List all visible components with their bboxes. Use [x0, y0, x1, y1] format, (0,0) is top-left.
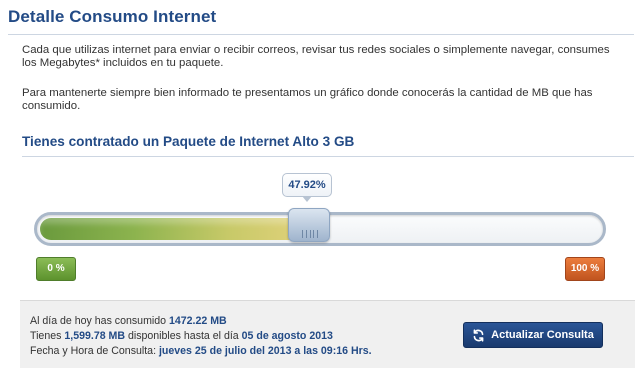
- scale-max-badge: 100 %: [565, 257, 605, 281]
- refresh-icon: [473, 328, 484, 342]
- available-until-date: 05 de agosto 2013: [241, 330, 333, 342]
- refresh-query-button[interactable]: Actualizar Consulta: [463, 322, 603, 348]
- usage-summary-panel: Al día de hoy has consumido 1472.22 MB T…: [20, 300, 635, 368]
- title-divider: [8, 34, 634, 35]
- available-summary: Tienes 1,599.78 MB disponibles hasta el …: [30, 330, 333, 343]
- usage-percent-callout: 47.92%: [282, 173, 332, 197]
- plan-divider: [22, 156, 634, 157]
- query-time-label: Fecha y Hora de Consulta:: [30, 345, 159, 357]
- available-label: Tienes: [30, 330, 65, 342]
- query-time-value: jueves 25 de julio del 2013 a las 09:16 …: [158, 345, 372, 357]
- consumed-label: Al día de hoy has consumido: [30, 315, 169, 327]
- consumed-summary: Al día de hoy has consumido 1472.22 MB: [30, 315, 227, 328]
- query-time-summary: Fecha y Hora de Consulta: jueves 25 de j…: [30, 345, 372, 358]
- usage-progress-fill: [40, 218, 309, 240]
- consumption-detail-page: Detalle Consumo Internet Cada que utiliz…: [0, 0, 640, 368]
- plan-title: Tienes contratado un Paquete de Internet…: [22, 134, 355, 149]
- available-until-label: disponibles hasta el día: [125, 330, 242, 342]
- consumed-value: 1472.22 MB: [168, 315, 227, 327]
- intro-paragraph-chart: Para mantenerte siempre bien informado t…: [22, 87, 593, 112]
- scale-min-badge: 0 %: [36, 257, 76, 281]
- intro-paragraph-usage: Cada que utilizas internet para enviar o…: [22, 44, 610, 69]
- usage-callout-arrow: [302, 196, 312, 202]
- refresh-button-label: Actualizar Consulta: [491, 329, 594, 341]
- handle-grip-icon: [302, 230, 318, 238]
- available-value: 1,599.78 MB: [64, 330, 126, 342]
- page-title: Detalle Consumo Internet: [8, 7, 217, 26]
- usage-progress-handle: [288, 208, 330, 242]
